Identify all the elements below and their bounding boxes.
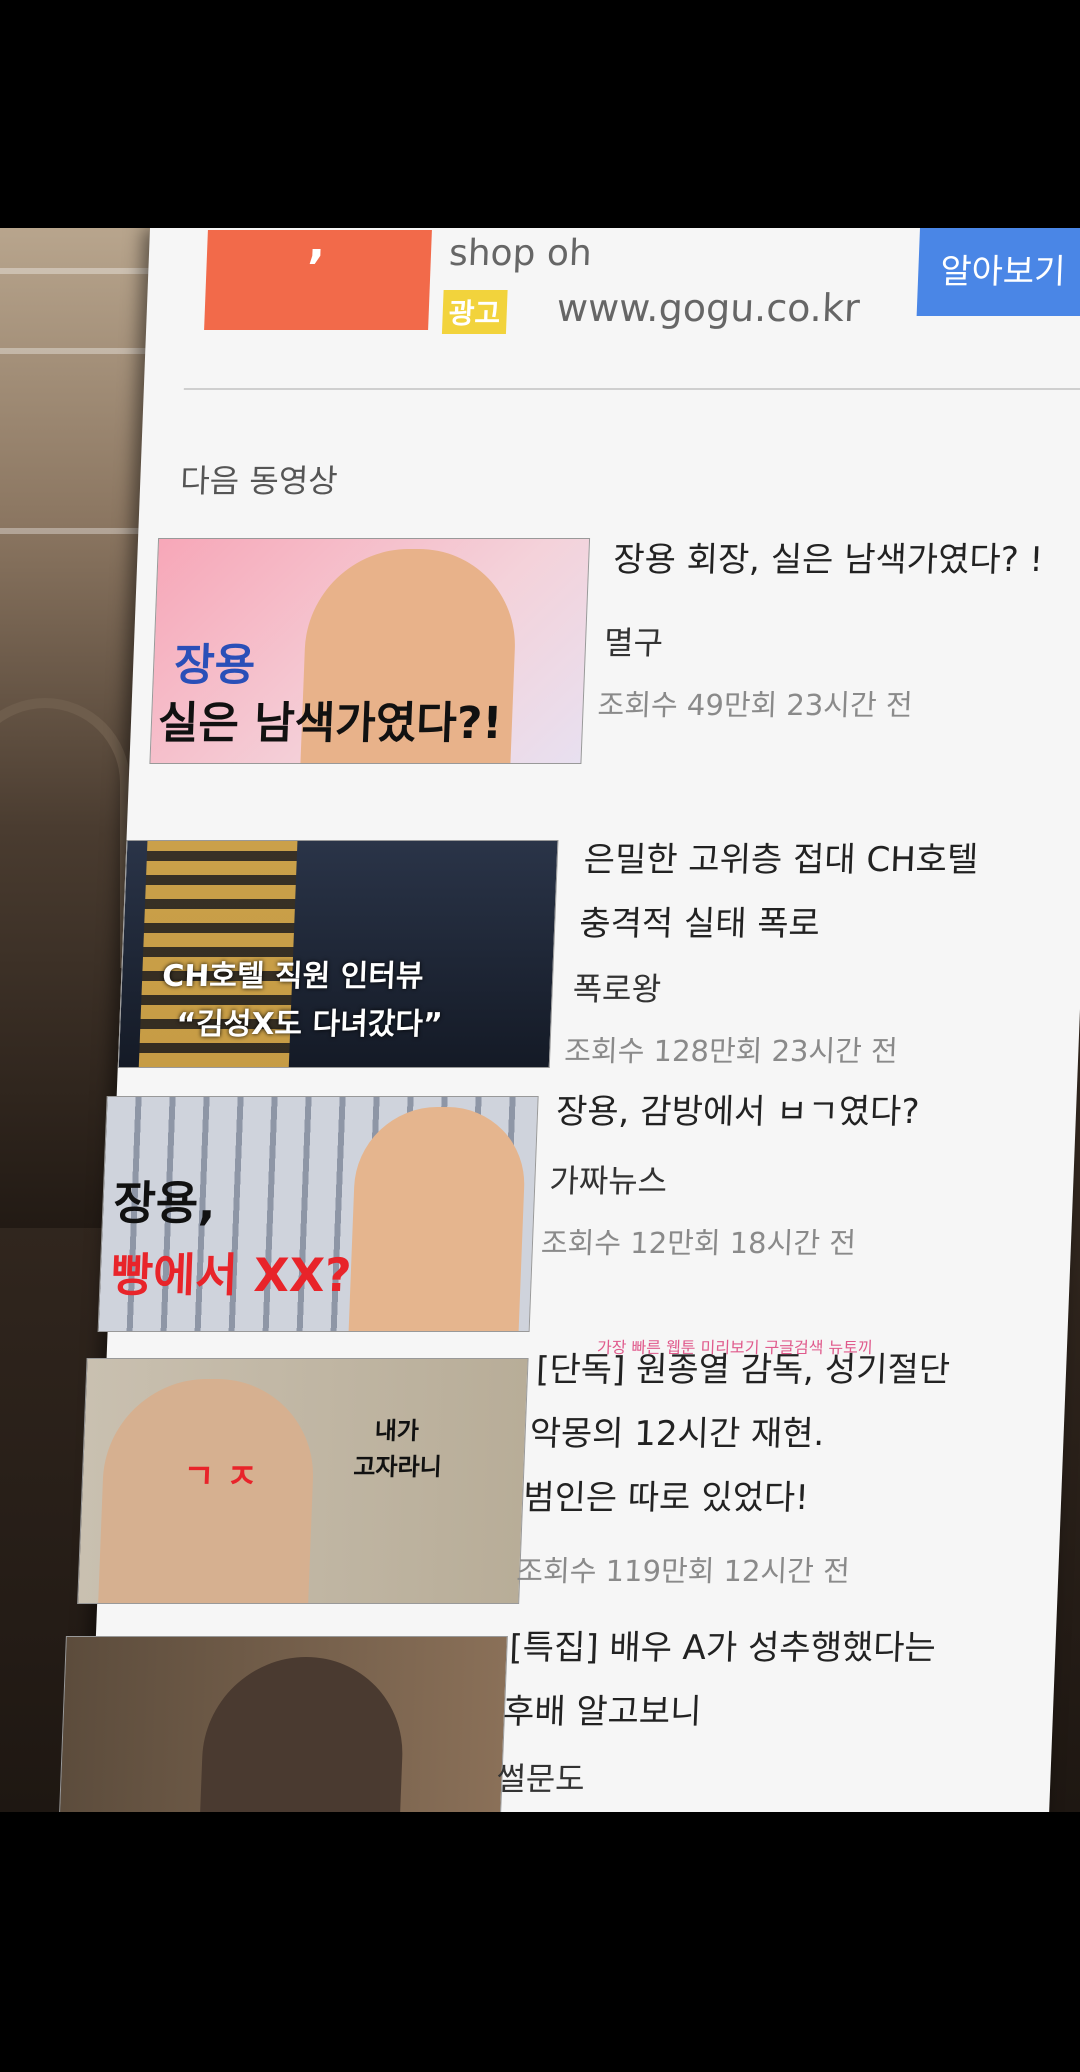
section-title: 다음 동영상 (179, 462, 339, 500)
video-channel[interactable]: 폭로왕 (572, 964, 662, 1010)
thumbnail-caption: 실은 남색가였다?! (156, 698, 504, 749)
video-channel[interactable]: 가짜뉴스 (549, 1156, 669, 1202)
video-meta: 조회수 12만회 18시간 전 (540, 1226, 857, 1260)
video-thumbnail[interactable]: ㄱ ㅈ 내가 고자라니 (77, 1358, 529, 1604)
thumbnail-caption: CH호텔 직원 인터뷰 (161, 959, 425, 994)
video-title[interactable]: 장용 회장, 실은 남색가였다? ! (612, 528, 1044, 592)
thumbnail-caption: 내가 (374, 1417, 420, 1445)
ad-logo: ’ (305, 240, 326, 296)
video-item[interactable]: ㄱ ㅈ 내가 고자라니 [단독] 원종열 감독, 성기절단 악몽의 12시간 재… (77, 1348, 1067, 1608)
ad-badge: 광고 (441, 290, 508, 334)
thumbnail-caption: 장용 (173, 640, 257, 691)
thumbnail-caption: 장용, (112, 1176, 217, 1230)
video-channel[interactable]: 썰문도 (496, 1754, 586, 1800)
watermark: 가장 빠른 웹툰 미리보기 구글검색 뉴토끼 (596, 1338, 874, 1357)
video-title[interactable]: 범인은 따로 있었다! (522, 1466, 810, 1530)
ad-title[interactable]: shop oh (448, 233, 592, 274)
thumbnail-caption: ㄱ ㅈ (182, 1457, 259, 1497)
video-item[interactable]: [특집] 배우 A가 성추행했다는 후배 알고보니 썰문도 (58, 1628, 1057, 1812)
ad-learn-more-button[interactable]: 알아보기 (916, 228, 1080, 316)
video-title[interactable]: 충격적 실태 폭로 (578, 892, 821, 956)
video-thumbnail[interactable]: 장용, 빵에서 XX? (97, 1096, 539, 1332)
video-title[interactable]: 악몽의 12시간 재현. (528, 1402, 825, 1466)
video-thumbnail[interactable] (58, 1636, 508, 1812)
video-thumbnail[interactable]: CH호텔 직원 인터뷰 “김성X도 다녀갔다” (117, 840, 559, 1068)
ad-thumbnail[interactable]: ’ (204, 230, 432, 330)
video-item[interactable]: 장용, 빵에서 XX? 장용, 감방에서 ㅂㄱ였다? 가짜뉴스 조회수 12만회… (97, 1086, 1077, 1332)
thumbnail-caption: 빵에서 XX? (109, 1248, 353, 1302)
video-meta: 조회수 119만회 12시간 전 (515, 1554, 851, 1588)
comic-panel: ’ shop oh 광고 www.gogu.co.kr 알아보기 다음 동영상 … (0, 228, 1080, 1812)
thumbnail-figure (199, 1657, 407, 1812)
video-item[interactable]: CH호텔 직원 인터뷰 “김성X도 다녀갔다” 은밀한 고위층 접대 CH호텔 … (117, 828, 1080, 1068)
thumbnail-figure (348, 1107, 528, 1331)
video-title[interactable]: 장용, 감방에서 ㅂㄱ였다? (555, 1080, 921, 1144)
thumbnail-caption: 고자라니 (352, 1453, 443, 1481)
divider (183, 388, 1080, 390)
video-meta: 조회수 49만회 23시간 전 (597, 688, 914, 722)
top-black-bar (0, 0, 1080, 228)
ad-url[interactable]: www.gogu.co.kr (556, 286, 860, 330)
video-title[interactable]: 후배 알고보니 (502, 1680, 703, 1744)
thumbnail-caption: “김성X도 다녀갔다” (175, 1007, 444, 1042)
video-title[interactable]: 은밀한 고위층 접대 CH호텔 (582, 828, 979, 892)
video-thumbnail[interactable]: 장용 실은 남색가였다?! (149, 538, 591, 764)
video-item[interactable]: 장용 실은 남색가였다?! 장용 회장, 실은 남색가였다? ! 멸구 조회수 … (129, 528, 1080, 768)
phone-screen: ’ shop oh 광고 www.gogu.co.kr 알아보기 다음 동영상 … (58, 228, 1080, 1812)
video-channel[interactable]: 멸구 (603, 618, 664, 664)
video-meta: 조회수 128만회 23시간 전 (563, 1034, 899, 1068)
bottom-black-bar (0, 1812, 1080, 2072)
video-title[interactable]: [특집] 배우 A가 성추행했다는 (508, 1616, 937, 1680)
